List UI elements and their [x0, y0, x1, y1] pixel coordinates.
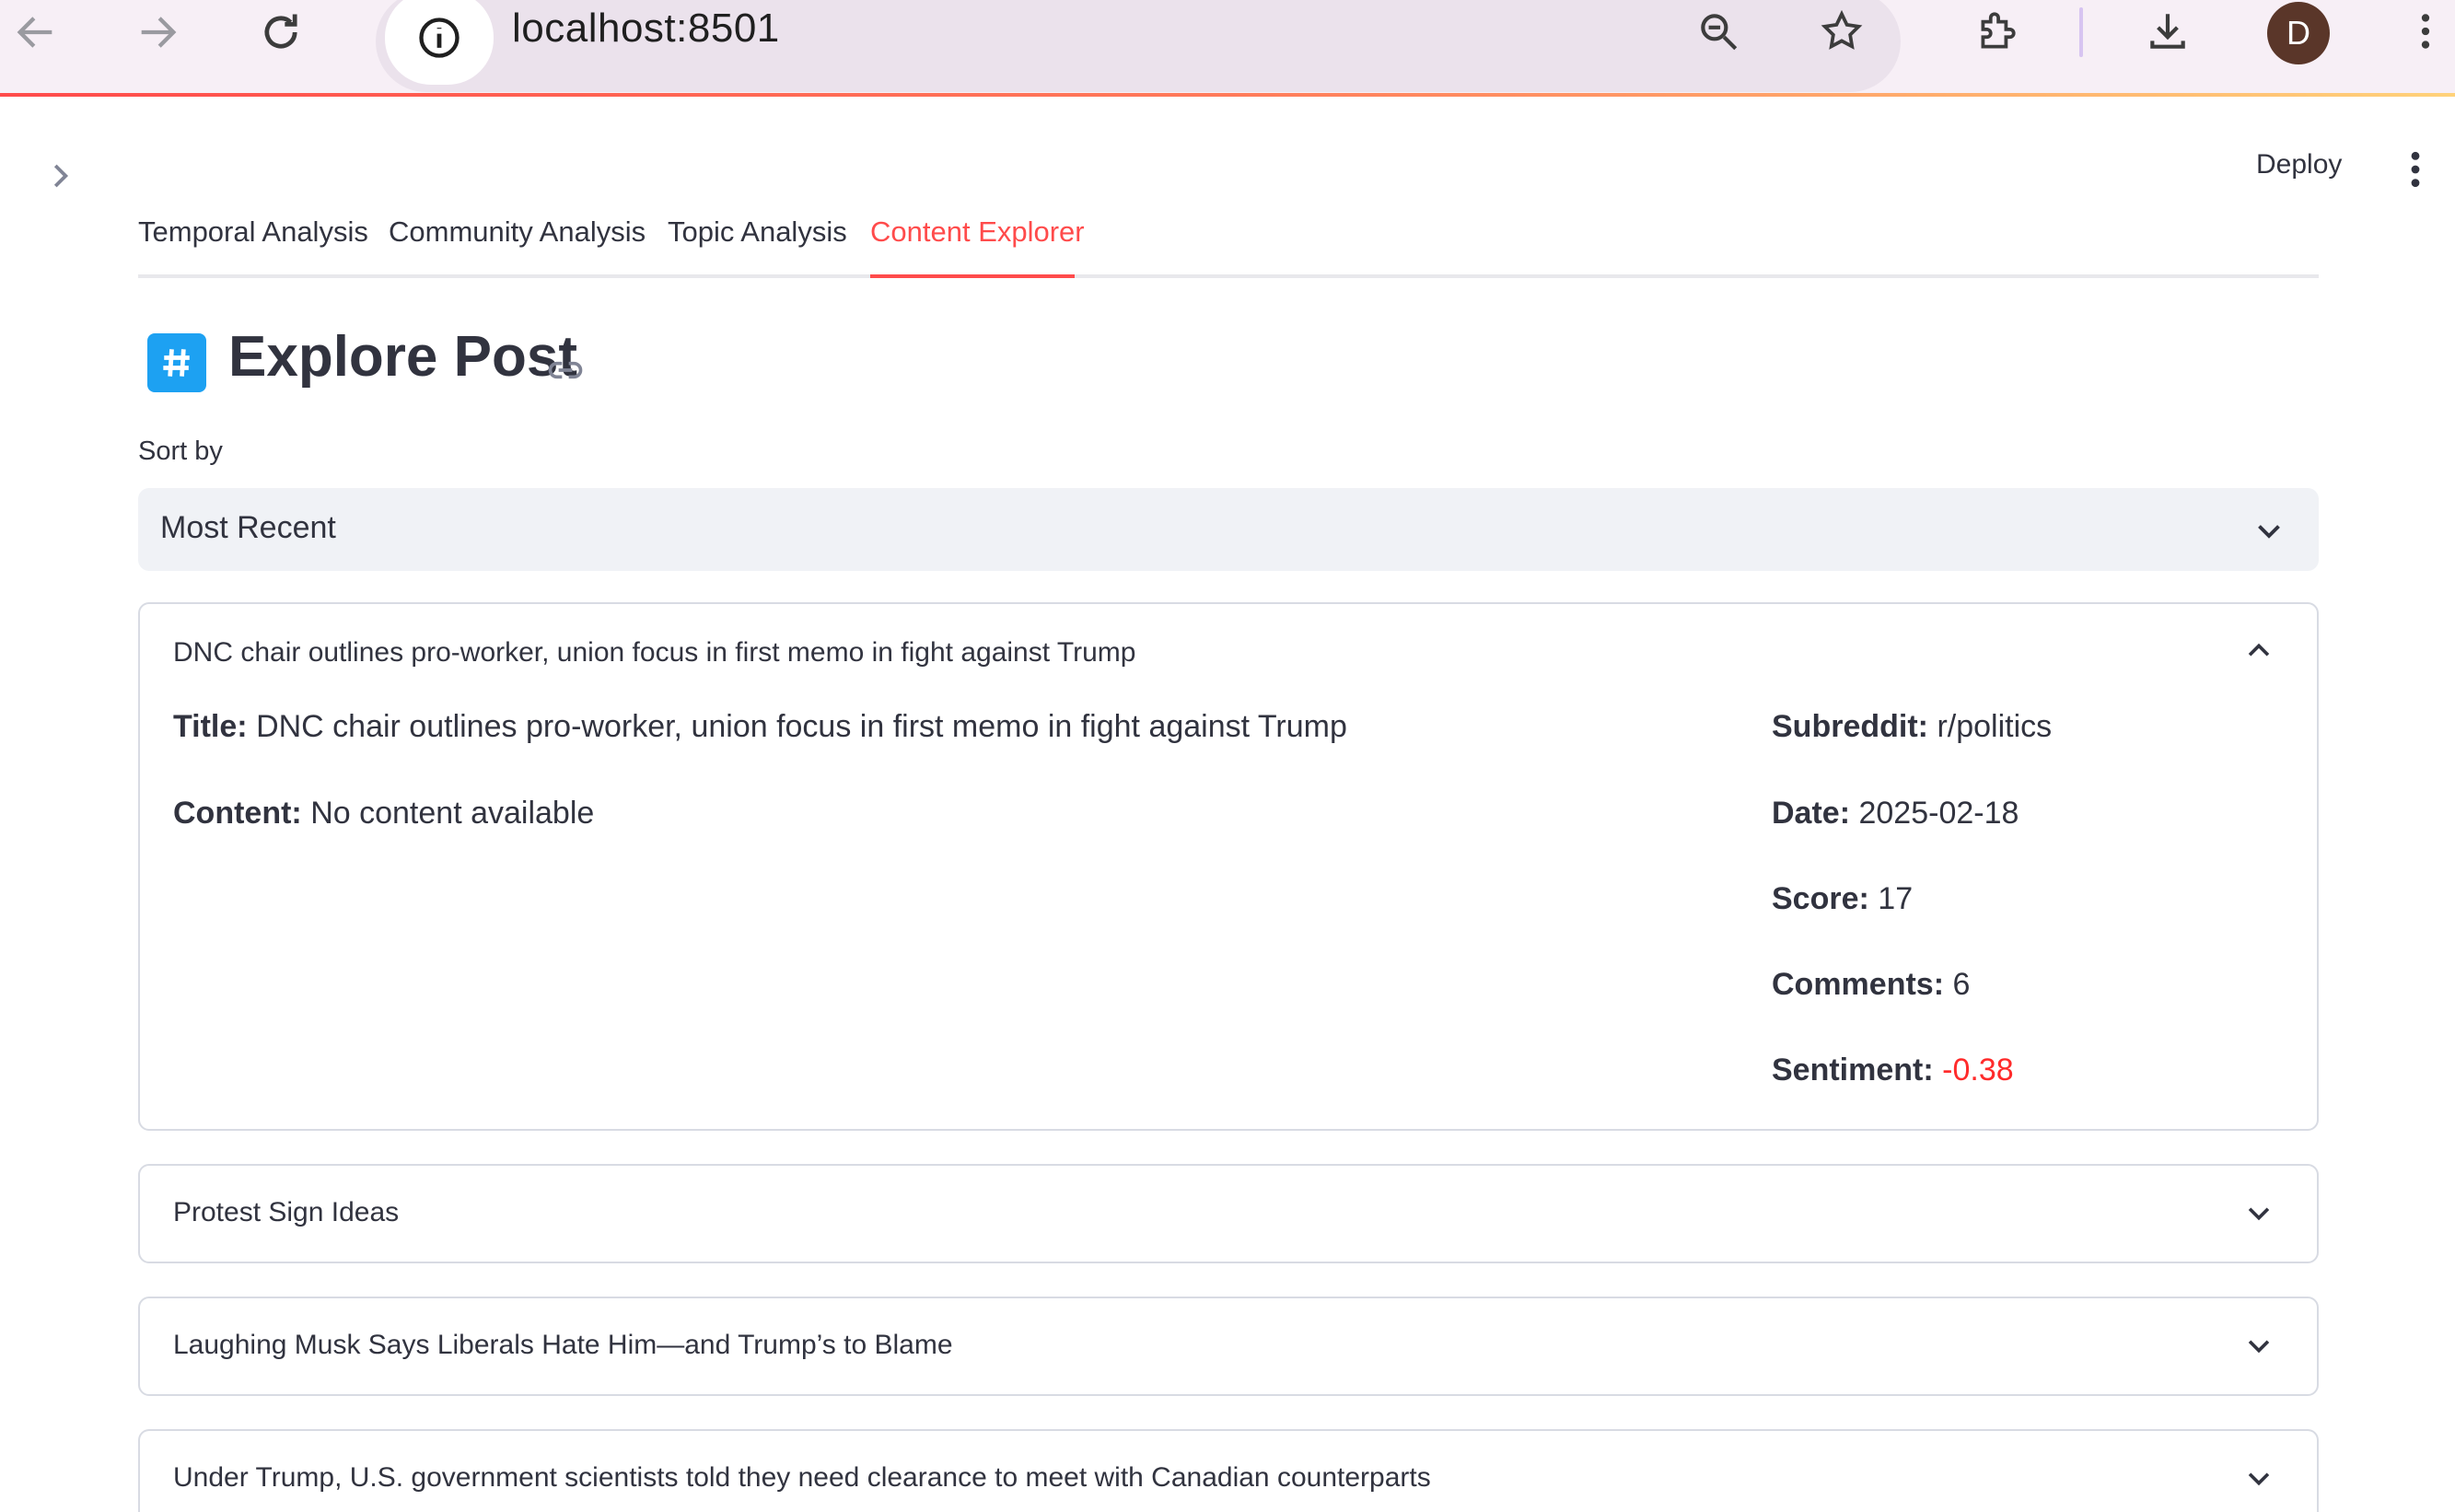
chevron-right-icon[interactable]: [42, 158, 77, 193]
extensions-button[interactable]: [1969, 4, 2024, 59]
info-icon: [419, 17, 460, 58]
deploy-button[interactable]: Deploy: [2256, 149, 2342, 180]
post-title-field: Title: DNC chair outlines pro-worker, un…: [173, 709, 1347, 745]
post-comments-field: Comments: 6: [1772, 967, 1970, 1003]
post-expander: DNC chair outlines pro-worker, union foc…: [138, 602, 2319, 1131]
chevron-down-icon: [2258, 525, 2280, 539]
app-menu-icon[interactable]: [2402, 149, 2429, 190]
tab-community-analysis[interactable]: Community Analysis: [389, 215, 646, 249]
post-subreddit-field: Subreddit: r/politics: [1772, 709, 2052, 745]
score-label: Score:: [1772, 881, 1869, 916]
date-label: Date:: [1772, 796, 1851, 831]
chevron-up-icon[interactable]: [2243, 635, 2275, 667]
sentiment-label: Sentiment:: [1772, 1053, 1934, 1087]
chevron-down-icon[interactable]: [2243, 1197, 2275, 1228]
tab-bar: Temporal Analysis Community Analysis Top…: [138, 208, 2319, 278]
reload-button[interactable]: [249, 0, 313, 64]
site-info-button[interactable]: [385, 0, 494, 85]
profile-avatar[interactable]: D: [2267, 2, 2330, 64]
kebab-menu-icon: [2421, 14, 2430, 49]
chevron-down-icon[interactable]: [2243, 1330, 2275, 1361]
tab-content-explorer[interactable]: Content Explorer: [870, 215, 1085, 249]
sort-by-label: Sort by: [138, 436, 223, 466]
post-sentiment-field: Sentiment: -0.38: [1772, 1053, 2014, 1088]
title-label: Title:: [173, 709, 248, 744]
post-expander[interactable]: Laughing Musk Says Liberals Hate Him—and…: [138, 1297, 2319, 1396]
star-icon: [1821, 9, 1863, 50]
post-score-field: Score: 17: [1772, 881, 1913, 917]
post-content: No content available: [310, 796, 595, 831]
downloads-button[interactable]: [2140, 4, 2195, 59]
reload-icon: [264, 14, 297, 49]
tab-topic-analysis[interactable]: Topic Analysis: [668, 215, 847, 249]
post-expander-header[interactable]: Laughing Musk Says Liberals Hate Him—and…: [173, 1330, 953, 1361]
arrow-right-icon: [141, 17, 177, 48]
anchor-link-icon[interactable]: [545, 350, 586, 390]
hash-icon: [147, 333, 206, 392]
zoom-button[interactable]: [1691, 4, 1746, 59]
tab-temporal-analysis[interactable]: Temporal Analysis: [138, 215, 368, 249]
page-title: Explore Post: [228, 325, 577, 389]
post-date: 2025-02-18: [1858, 796, 2019, 831]
sort-by-select[interactable]: Most Recent: [138, 488, 2319, 571]
arrow-left-icon: [17, 17, 52, 48]
loading-bar: [0, 93, 2455, 97]
browser-toolbar: localhost:8501 D: [0, 0, 2455, 96]
post-expander[interactable]: Under Trump, U.S. government scientists …: [138, 1429, 2319, 1512]
post-title: DNC chair outlines pro-worker, union foc…: [256, 709, 1347, 744]
post-date-field: Date: 2025-02-18: [1772, 796, 2019, 832]
post-subreddit: r/politics: [1937, 709, 2053, 744]
post-expander-header[interactable]: Under Trump, U.S. government scientists …: [173, 1462, 1431, 1494]
comments-label: Comments:: [1772, 967, 1945, 1002]
puzzle-icon: [1981, 12, 2016, 49]
forward-button[interactable]: [125, 0, 190, 64]
chevron-down-icon[interactable]: [2243, 1462, 2275, 1494]
toolbar-divider: [2079, 7, 2083, 57]
back-button[interactable]: [4, 0, 68, 64]
download-icon: [2150, 14, 2185, 49]
post-expander-header[interactable]: DNC chair outlines pro-worker, union foc…: [173, 637, 1135, 669]
zoom-out-icon: [1701, 14, 1738, 51]
post-expander[interactable]: Protest Sign Ideas: [138, 1164, 2319, 1263]
post-content-field: Content: No content available: [173, 796, 594, 832]
post-score: 17: [1878, 881, 1914, 916]
browser-menu-button[interactable]: [2398, 4, 2453, 59]
subreddit-label: Subreddit:: [1772, 709, 1928, 744]
active-tab-indicator: [870, 274, 1075, 278]
url-text[interactable]: localhost:8501: [512, 6, 780, 52]
post-comments: 6: [1952, 967, 1971, 1002]
bookmark-button[interactable]: [1814, 4, 1869, 59]
sort-selected-value: Most Recent: [160, 510, 336, 545]
post-expander-header[interactable]: Protest Sign Ideas: [173, 1197, 399, 1228]
post-sentiment: -0.38: [1942, 1053, 2014, 1087]
content-label: Content:: [173, 796, 302, 831]
